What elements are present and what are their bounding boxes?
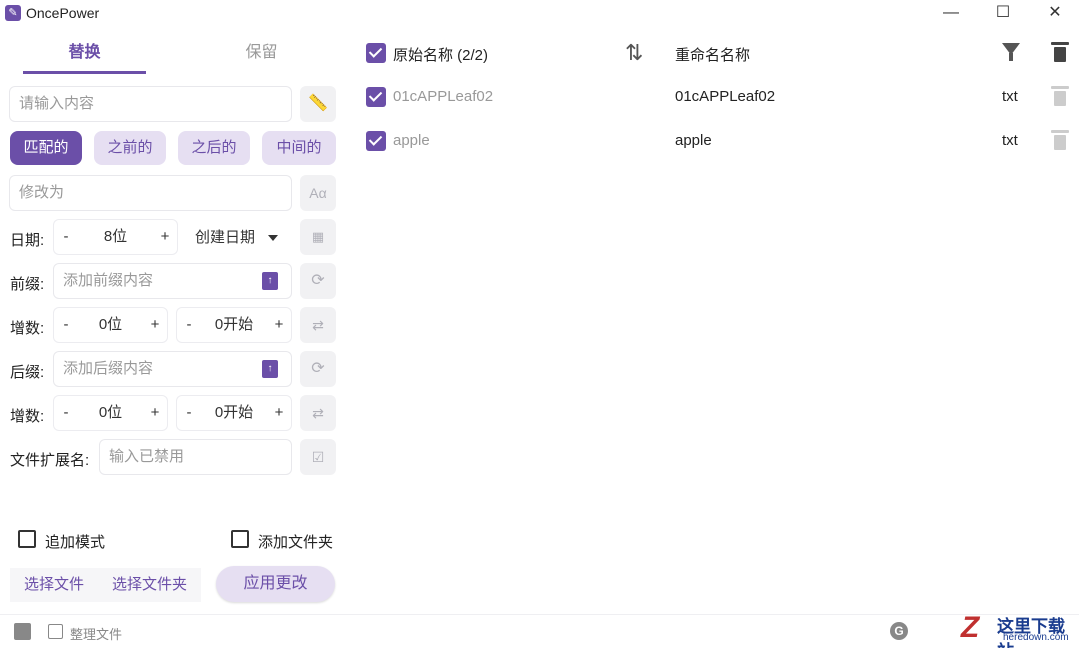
suffix-input[interactable]: 添加后缀内容 (53, 351, 292, 387)
increment-digits-stepper: - 0位 + (53, 395, 168, 431)
increment-digits-value[interactable]: 0位 (77, 307, 144, 343)
date-label: 日期: (10, 232, 45, 249)
swap-icon[interactable]: ⇄ (300, 395, 336, 431)
increment-start-stepper: - 0开始 + (176, 307, 292, 343)
ruler-icon[interactable]: 📏 (300, 86, 336, 122)
minus-button[interactable]: - (55, 395, 77, 431)
chevron-down-icon (268, 235, 278, 241)
append-mode-checkbox[interactable] (18, 530, 36, 548)
close-button[interactable]: ✕ (1032, 0, 1078, 28)
row-extension: txt (1002, 132, 1018, 149)
date-minus-button[interactable]: - (55, 219, 77, 255)
row-original-name: apple (393, 132, 430, 149)
github-icon[interactable]: G (890, 622, 908, 640)
watermark-subtitle: heredown.com (1003, 632, 1069, 643)
extension-label: 文件扩展名: (10, 452, 90, 469)
date-type-dropdown[interactable]: 创建日期 (195, 222, 290, 254)
prefix-label: 前缀: (10, 276, 45, 293)
app-title: OncePower (26, 5, 100, 21)
footer-divider (0, 614, 1079, 615)
row-renamed-name: 01cAPPLeaf02 (675, 88, 776, 105)
watermark-logo: Z (960, 611, 980, 644)
sort-icon[interactable]: ⇅ (625, 40, 643, 66)
refresh-icon[interactable]: ⟳ (300, 263, 336, 299)
minus-button[interactable]: - (55, 307, 77, 343)
apply-changes-button[interactable]: 应用更改 (216, 566, 335, 602)
prefix-input[interactable]: 添加前缀内容 (53, 263, 292, 299)
original-name-header: 原始名称 (2/2) (393, 47, 489, 64)
date-plus-button[interactable]: + (154, 219, 176, 255)
maximize-button[interactable]: ☐ (980, 0, 1026, 28)
mode-after-button[interactable]: 之后的 (178, 131, 250, 165)
date-digits-value[interactable]: 8位 (77, 219, 154, 255)
append-mode-label: 追加模式 (45, 534, 106, 551)
trash-lid (1051, 130, 1069, 133)
delete-row-icon[interactable] (1051, 86, 1069, 106)
file-upload-icon[interactable]: ↑ (262, 360, 278, 378)
tab-replace[interactable]: 替换 (23, 38, 146, 74)
plus-button[interactable]: + (144, 395, 166, 431)
renamed-name-header: 重命名名称 (675, 47, 751, 64)
modify-input[interactable]: 修改为 (9, 175, 292, 211)
row-original-name: 01cAPPLeaf02 (393, 88, 494, 105)
row-extension: txt (1002, 88, 1018, 105)
increment-label: 增数: (10, 320, 45, 337)
minimize-button[interactable]: — (928, 0, 974, 28)
refresh-icon[interactable]: ⟳ (300, 351, 336, 387)
checkbox-icon[interactable]: ☑ (300, 439, 336, 475)
trash-body (1054, 47, 1066, 62)
search-input[interactable]: 请输入内容 (9, 86, 292, 122)
title-bar: ✎ OncePower — ☐ ✕ (0, 0, 1079, 28)
row-checkbox[interactable] (366, 87, 386, 107)
select-folder-button[interactable]: 选择文件夹 (98, 568, 201, 602)
save-icon[interactable] (14, 623, 31, 640)
increment-digits-stepper: - 0位 + (53, 307, 168, 343)
row-renamed-name: apple (675, 132, 712, 149)
trash-lid (1051, 42, 1069, 45)
plus-button[interactable]: + (268, 395, 290, 431)
increment-digits-value[interactable]: 0位 (77, 395, 144, 431)
select-all-checkbox[interactable] (366, 43, 386, 63)
mode-match-button[interactable]: 匹配的 (10, 131, 82, 165)
select-file-button[interactable]: 选择文件 (10, 568, 98, 602)
file-upload-icon[interactable]: ↑ (262, 272, 278, 290)
organize-files-label: 整理文件 (70, 627, 123, 642)
minus-button[interactable]: - (178, 307, 200, 343)
extension-input[interactable]: 输入已禁用 (99, 439, 292, 475)
mode-before-button[interactable]: 之前的 (94, 131, 166, 165)
swap-icon[interactable]: ⇄ (300, 307, 336, 343)
filter-icon-stem (1009, 53, 1013, 61)
plus-button[interactable]: + (144, 307, 166, 343)
tab-keep[interactable]: 保留 (200, 38, 323, 74)
increment-start-stepper: - 0开始 + (176, 395, 292, 431)
date-stepper: - 8位 + (53, 219, 178, 255)
app-logo-icon: ✎ (5, 5, 21, 21)
trash-lid (1051, 86, 1069, 89)
add-folder-checkbox[interactable] (231, 530, 249, 548)
trash-body (1054, 135, 1066, 150)
trash-body (1054, 91, 1066, 106)
increment-start-value[interactable]: 0开始 (200, 307, 268, 343)
delete-all-icon[interactable] (1051, 42, 1069, 62)
organize-files-checkbox[interactable] (48, 624, 63, 639)
row-checkbox[interactable] (366, 131, 386, 151)
plus-button[interactable]: + (268, 307, 290, 343)
increment-label: 增数: (10, 408, 45, 425)
minus-button[interactable]: - (178, 395, 200, 431)
calendar-icon[interactable]: ▦ (300, 219, 336, 255)
add-folder-label: 添加文件夹 (258, 534, 334, 551)
delete-row-icon[interactable] (1051, 130, 1069, 150)
case-icon[interactable]: Aα (300, 175, 336, 211)
increment-start-value[interactable]: 0开始 (200, 395, 268, 431)
date-type-value: 创建日期 (195, 229, 256, 246)
mode-between-button[interactable]: 中间的 (262, 131, 336, 165)
suffix-label: 后缀: (10, 364, 45, 381)
